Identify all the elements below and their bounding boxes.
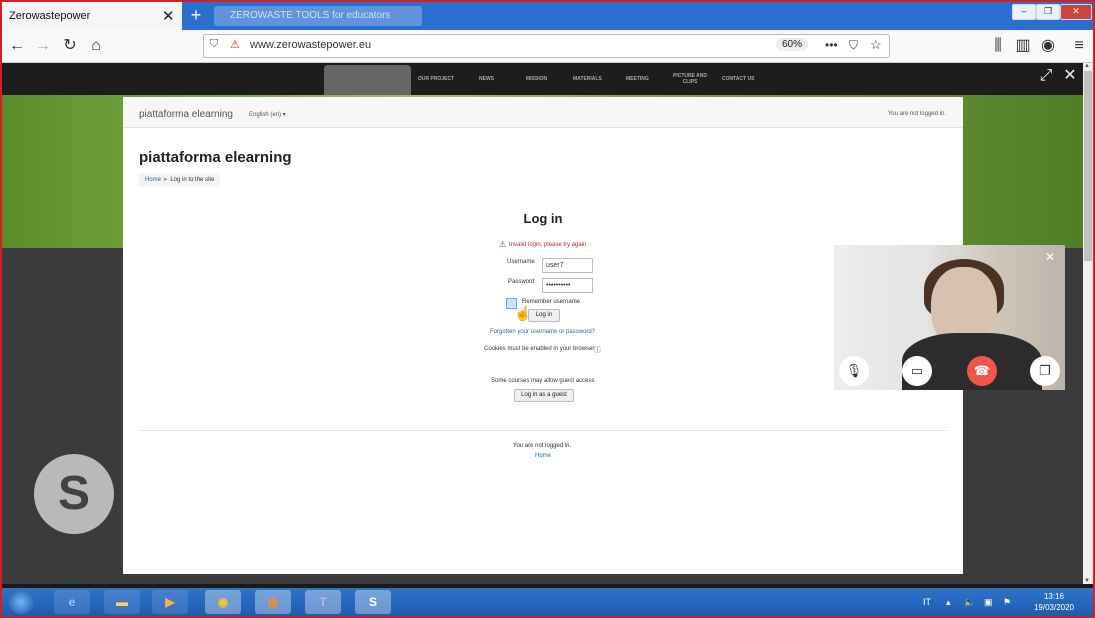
- username-label: Username: [507, 259, 535, 265]
- scroll-down-icon[interactable]: ▼: [1084, 578, 1090, 584]
- tab-active[interactable]: Zerowastepower ✕: [2, 2, 182, 30]
- breadcrumb: Home ► Log in to the site: [139, 173, 221, 187]
- site-menu-bar: OUR PROJECT NEWS MISSION MATERIALS MEETI…: [2, 63, 1083, 95]
- end-call-icon[interactable]: ☎: [967, 356, 997, 386]
- moodle-top-nav: piattaforma elearning English (en) ▾ You…: [123, 97, 963, 128]
- footer-divider: [139, 430, 947, 431]
- forgot-password-link[interactable]: Forgotten your username or password?: [490, 329, 595, 335]
- new-tab-icon[interactable]: +: [186, 5, 206, 25]
- scrollbar[interactable]: ▲ ▼: [1083, 63, 1093, 584]
- start-button-icon[interactable]: [8, 590, 34, 614]
- menu-item-mission[interactable]: MISSION: [526, 76, 547, 82]
- home-icon[interactable]: ⌂: [85, 35, 107, 57]
- breadcrumb-home[interactable]: Home: [145, 177, 161, 183]
- url-text: www.zerowastepower.eu: [250, 39, 372, 51]
- guest-login-button[interactable]: Log in as a guest: [514, 389, 574, 402]
- video-call-window[interactable]: ✕ 🎙 ▭ ☎ ❐: [834, 245, 1065, 390]
- back-icon[interactable]: ←: [6, 35, 28, 57]
- menu-item-news[interactable]: NEWS: [479, 76, 494, 82]
- bookmark-star-icon[interactable]: ☆: [870, 37, 882, 53]
- zoom-level[interactable]: 60%: [776, 38, 809, 51]
- background-tab[interactable]: ZEROWASTE TOOLS for educators: [214, 6, 422, 26]
- screen-frame: Zerowastepower ✕ + ZEROWASTE TOOLS for e…: [0, 0, 1095, 618]
- moodle-brand[interactable]: piattaforma elearning: [139, 109, 233, 120]
- password-label: Password: [508, 279, 535, 285]
- maximize-icon[interactable]: ❐: [1036, 4, 1060, 20]
- footer-home-link[interactable]: Home: [535, 453, 551, 459]
- teams-icon[interactable]: T: [305, 590, 341, 614]
- window-close-icon[interactable]: ✕: [1060, 4, 1092, 20]
- menu-item-meeting[interactable]: MEETING: [626, 76, 649, 82]
- network-icon[interactable]: ▣: [984, 597, 993, 608]
- tab-strip: Zerowastepower ✕ + ZEROWASTE TOOLS for e…: [2, 2, 1093, 30]
- shield-icon[interactable]: ⛉: [210, 38, 218, 51]
- more-actions-icon[interactable]: •••: [825, 38, 838, 52]
- skype-icon[interactable]: S: [355, 590, 391, 614]
- menu-item-materials[interactable]: MATERIALS: [573, 76, 602, 82]
- login-status: You are not logged in.: [887, 111, 946, 117]
- close-icon[interactable]: ✕: [162, 7, 175, 25]
- language-menu[interactable]: English (en) ▾: [249, 111, 286, 118]
- camera-icon[interactable]: ▭: [902, 356, 932, 386]
- call-window-close-icon[interactable]: ✕: [1045, 250, 1055, 264]
- warning-icon: ⚠: [499, 240, 507, 249]
- tab-title: Zerowastepower: [9, 10, 91, 22]
- chrome-icon[interactable]: ◉: [205, 590, 241, 614]
- microphone-icon[interactable]: 🎙: [839, 356, 869, 386]
- insecure-lock-icon[interactable]: ⚠: [230, 38, 240, 51]
- nav-bar: ← → ↻ ⌂ ⛉ ⚠ www.zerowastepower.eu 60% ••…: [2, 30, 1093, 63]
- background-tab-label: ZEROWASTE TOOLS for educators: [230, 10, 391, 21]
- library-icon[interactable]: ⫼: [987, 35, 1009, 57]
- sidebar-icon[interactable]: ▥: [1012, 35, 1034, 57]
- login-error: Invalid login, please try again: [509, 242, 587, 248]
- volume-icon[interactable]: 🔈: [964, 597, 975, 608]
- media-player-icon[interactable]: ▶: [152, 590, 188, 614]
- cookies-notice: Cookies must be enabled in your browser: [484, 346, 595, 352]
- windows-taskbar: e ▬ ▶ ◉ ◍ T S IT ▴ 🔈 ▣ ⚑ 13:16 19/03/202…: [2, 588, 1093, 616]
- username-field[interactable]: user7: [542, 258, 593, 273]
- reload-icon[interactable]: ↻: [59, 35, 81, 57]
- login-heading: Log in: [523, 211, 563, 226]
- input-language[interactable]: IT: [923, 597, 931, 607]
- page-title: piattaforma elearning: [139, 149, 292, 166]
- site-logo[interactable]: [324, 65, 411, 95]
- system-clock[interactable]: 13:16 19/03/2020: [1026, 591, 1082, 613]
- flag-icon[interactable]: ⚑: [1003, 597, 1011, 608]
- scroll-up-icon[interactable]: ▲: [1084, 63, 1090, 69]
- scroll-thumb[interactable]: [1084, 71, 1092, 261]
- account-icon[interactable]: ◉: [1037, 35, 1059, 57]
- clock-time: 13:16: [1043, 592, 1065, 601]
- fullscreen-icon[interactable]: ⤢: [1037, 67, 1055, 85]
- help-icon[interactable]: ⓘ: [594, 345, 601, 355]
- internet-explorer-icon[interactable]: e: [54, 590, 90, 614]
- guest-notice: Some courses may allow guest access: [491, 378, 595, 384]
- firefox-icon[interactable]: ◍: [255, 590, 291, 614]
- password-field[interactable]: ••••••••••: [542, 278, 593, 293]
- breadcrumb-current: Log in to the site: [170, 177, 215, 183]
- menu-item-project[interactable]: OUR PROJECT: [418, 76, 454, 82]
- breadcrumb-separator: ►: [162, 177, 169, 183]
- clock-date: 19/03/2020: [1033, 603, 1075, 612]
- menu-icon[interactable]: ≡: [1068, 35, 1090, 57]
- skype-watermark-icon: S: [34, 454, 114, 534]
- pocket-icon[interactable]: ⛉: [849, 38, 858, 53]
- footer-login-status: You are not logged in.: [513, 443, 572, 449]
- login-button[interactable]: Log in: [528, 309, 560, 322]
- menu-item-contact[interactable]: CONTACT US: [722, 76, 754, 82]
- forward-icon[interactable]: →: [32, 35, 54, 57]
- tray-expand-icon[interactable]: ▴: [946, 597, 951, 608]
- switch-view-icon[interactable]: ❐: [1030, 356, 1060, 386]
- menu-item-clips[interactable]: PICTURE AND CLIPS: [670, 73, 710, 85]
- overlay-close-icon[interactable]: ✕: [1061, 67, 1079, 85]
- file-explorer-icon[interactable]: ▬: [104, 590, 140, 614]
- address-bar[interactable]: ⛉ ⚠ www.zerowastepower.eu 60% ••• ⛉ ☆: [203, 34, 890, 58]
- minimize-icon[interactable]: –: [1012, 4, 1036, 20]
